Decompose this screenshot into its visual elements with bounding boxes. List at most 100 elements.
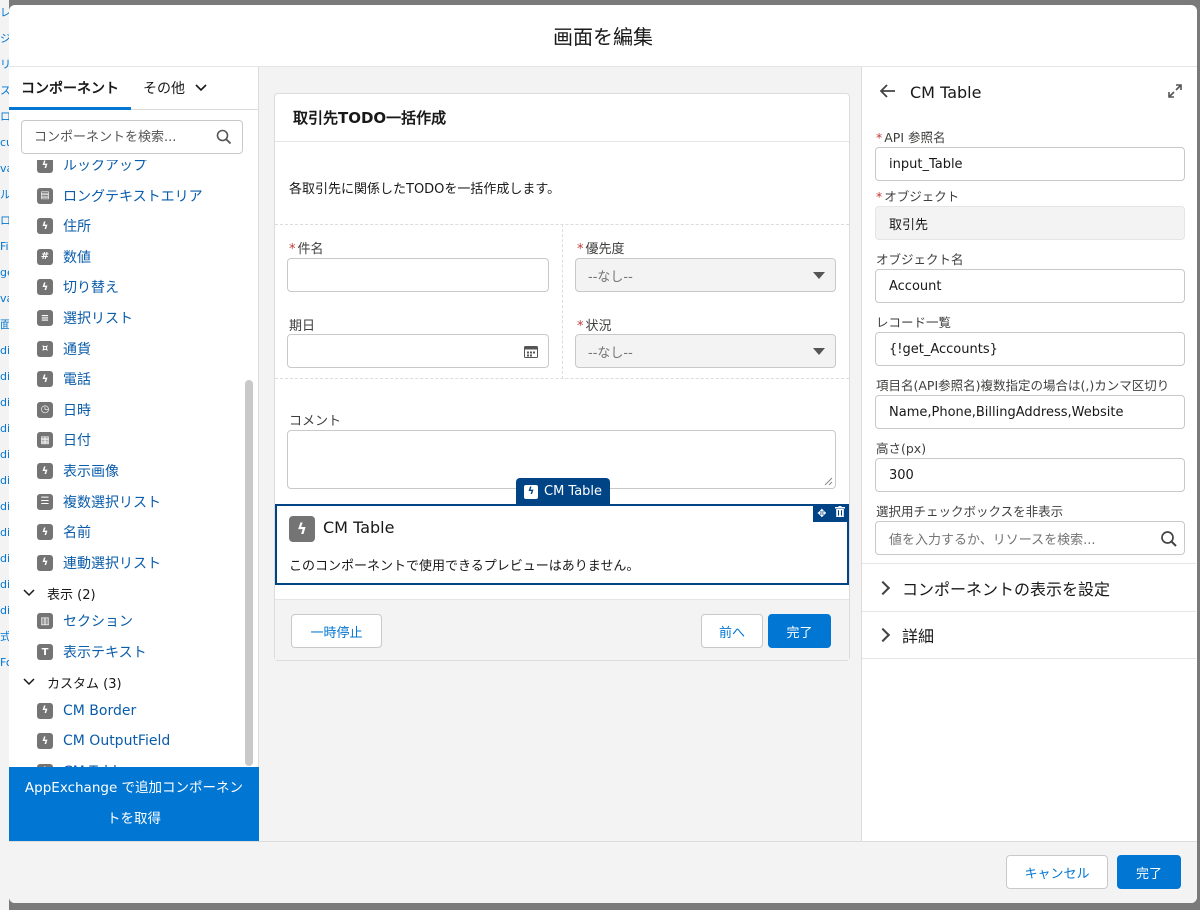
tab-other-label: その他 bbox=[143, 80, 185, 97]
component-list-item[interactable]: T 表示テキスト bbox=[37, 640, 147, 664]
component-list-item[interactable]: ϟ 連動選択リスト bbox=[37, 551, 161, 575]
component-list-item[interactable]: ϟ CM OutputField bbox=[37, 729, 170, 753]
section-divider bbox=[275, 378, 849, 379]
tab-other[interactable]: その他 bbox=[131, 66, 219, 109]
chevron-right-icon bbox=[875, 627, 891, 643]
height-input[interactable]: 300 bbox=[875, 458, 1185, 492]
selected-component-tag[interactable]: ϟ CM Table bbox=[516, 478, 611, 505]
component-list-item-label: 表示テキスト bbox=[63, 645, 147, 661]
component-search bbox=[21, 120, 243, 154]
modal-body: コンポーネント その他 ϟ ルックアップ ▤ ロングテキストエリア ϟ 住所 # 数値 ϟ 切り替… bbox=[9, 67, 1197, 841]
status-select[interactable]: --なし-- bbox=[575, 334, 836, 368]
screen-description: 各取引先に関係したTODOを一括作成します。 bbox=[289, 182, 561, 197]
dropdown-arrow-icon bbox=[813, 348, 825, 355]
background-text: di bbox=[0, 370, 9, 383]
object-input: 取引先 bbox=[875, 206, 1185, 240]
details-section[interactable]: 詳細 bbox=[862, 611, 1196, 659]
screen-footer: 一時停止 前へ 完了 bbox=[275, 599, 849, 660]
textarea-icon: ▤ bbox=[37, 187, 53, 204]
visibility-section[interactable]: コンポーネントの表示を設定 bbox=[862, 563, 1196, 611]
object-label: * オブジェクト bbox=[876, 189, 960, 204]
due-date-label: 期日 bbox=[289, 319, 316, 334]
datetime-icon: ◷ bbox=[37, 401, 53, 418]
columns-input[interactable]: Name,Phone,BillingAddress,Website bbox=[875, 395, 1185, 429]
delete-icon[interactable] bbox=[834, 506, 845, 520]
done-button[interactable]: 完了 bbox=[1117, 855, 1181, 889]
component-palette: コンポーネント その他 ϟ ルックアップ ▤ ロングテキストエリア ϟ 住所 # 数値 ϟ 切り替… bbox=[9, 67, 259, 841]
properties-panel: CM Table * API 参照名 input_Table * オブジェクト 取引… bbox=[861, 67, 1197, 841]
component-list-item-label: 選択リスト bbox=[63, 311, 133, 327]
component-list-item[interactable]: ϟ ルックアップ bbox=[37, 160, 147, 177]
expand-icon[interactable] bbox=[1167, 83, 1183, 99]
background-text: cu bbox=[0, 136, 9, 149]
subject-input[interactable] bbox=[287, 258, 549, 292]
component-list-item[interactable]: ¤ 通貨 bbox=[37, 337, 91, 361]
selected-component-cm-table[interactable]: ✥ ϟ CM Table このコンポーネントで使用できるプレビューはありません。 bbox=[275, 504, 849, 585]
component-list-item[interactable]: ϟ 電話 bbox=[37, 367, 91, 391]
lightning-icon: ϟ bbox=[37, 279, 53, 296]
cancel-button[interactable]: キャンセル bbox=[1006, 855, 1108, 889]
component-list-item[interactable]: ϟ 切り替え bbox=[37, 275, 119, 299]
chevron-right-icon bbox=[875, 580, 891, 595]
finish-button[interactable]: 完了 bbox=[768, 614, 831, 648]
records-label: レコード一覧 bbox=[876, 315, 952, 330]
component-list-item[interactable]: ☰ 複数選択リスト bbox=[37, 490, 161, 514]
component-list-item[interactable]: ϟ 表示画像 bbox=[37, 459, 119, 483]
text-icon: T bbox=[37, 644, 53, 660]
component-list-scrollbar[interactable] bbox=[245, 380, 253, 766]
component-group-header[interactable]: カスタム (3) bbox=[23, 672, 122, 694]
priority-select[interactable]: --なし-- bbox=[575, 258, 836, 292]
component-search-input[interactable] bbox=[22, 121, 202, 153]
api-name-input[interactable]: input_Table bbox=[875, 147, 1185, 181]
component-list-item[interactable]: ◷ 日時 bbox=[37, 398, 91, 422]
component-list-item-label: 表示画像 bbox=[63, 464, 119, 480]
background-text: ジ bbox=[0, 32, 9, 45]
lightning-icon: ϟ bbox=[37, 702, 53, 719]
component-list-item[interactable]: ϟ 住所 bbox=[37, 214, 91, 238]
back-arrow-icon[interactable] bbox=[879, 82, 896, 103]
component-group-label: カスタム (3) bbox=[47, 677, 122, 693]
component-list-item[interactable]: ϟ CM Border bbox=[37, 699, 136, 723]
component-list: ϟ ルックアップ ▤ ロングテキストエリア ϟ 住所 # 数値 ϟ 切り替え ≡ 選択リスト ¤ 通貨 ϟ 電… bbox=[9, 160, 241, 768]
modal-footer: キャンセル 完了 bbox=[9, 841, 1197, 903]
cm-table-preview-text: このコンポーネントで使用できるプレビューはありません。 bbox=[289, 559, 640, 574]
component-group-header[interactable]: 表示 (2) bbox=[23, 582, 96, 604]
component-list-item-label: ルックアップ bbox=[63, 160, 147, 174]
component-list-item[interactable]: ▦ 日付 bbox=[37, 428, 91, 452]
hide-checkbox-input[interactable]: 値を入力するか、リソースを検索... bbox=[875, 521, 1185, 555]
object-name-input[interactable]: Account bbox=[875, 269, 1185, 303]
background-text: ロ bbox=[0, 214, 9, 227]
move-icon[interactable]: ✥ bbox=[817, 507, 826, 520]
component-list-item[interactable]: ▥ セクション bbox=[37, 609, 133, 633]
component-list-item[interactable]: ▤ ロングテキストエリア bbox=[37, 184, 203, 208]
pause-button[interactable]: 一時停止 bbox=[291, 614, 382, 648]
background-text: va bbox=[0, 292, 9, 305]
api-name-label: * API 参照名 bbox=[876, 130, 946, 145]
appexchange-button[interactable]: AppExchange で追加コンポーネントを取得 bbox=[9, 767, 259, 841]
chevron-down-icon bbox=[195, 81, 207, 95]
component-list-item-label: CM OutputField bbox=[63, 733, 171, 750]
search-icon bbox=[216, 129, 232, 145]
background-text: ロ bbox=[0, 110, 9, 123]
background-text: リ bbox=[0, 58, 9, 71]
records-input[interactable]: {!get_Accounts} bbox=[875, 332, 1185, 366]
calendar-icon[interactable] bbox=[524, 345, 538, 358]
due-date-input[interactable] bbox=[287, 334, 549, 368]
component-list-item-label: 電話 bbox=[63, 372, 91, 389]
component-list-item[interactable]: # 数値 bbox=[37, 245, 91, 269]
background-text: di bbox=[0, 448, 9, 461]
visibility-section-label: コンポーネントの表示を設定 bbox=[902, 579, 1111, 599]
component-list-item[interactable]: ϟ 名前 bbox=[37, 520, 91, 544]
lightning-icon: ϟ bbox=[37, 524, 53, 541]
component-list-item-label: 数値 bbox=[63, 249, 91, 266]
lightning-icon: ϟ bbox=[37, 733, 53, 750]
previous-button[interactable]: 前へ bbox=[701, 614, 763, 648]
resize-grip-icon[interactable] bbox=[824, 477, 833, 486]
tab-components[interactable]: コンポーネント bbox=[9, 66, 131, 110]
lightning-icon: ϟ bbox=[524, 484, 538, 499]
component-list-item-label: 連動選択リスト bbox=[63, 555, 161, 572]
appexchange-button-label: AppExchange で追加コンポーネントを取得 bbox=[24, 780, 244, 827]
component-list-item[interactable]: ≡ 選択リスト bbox=[37, 306, 133, 330]
search-icon bbox=[1161, 531, 1177, 547]
palette-tabs: コンポーネント その他 bbox=[9, 67, 258, 110]
